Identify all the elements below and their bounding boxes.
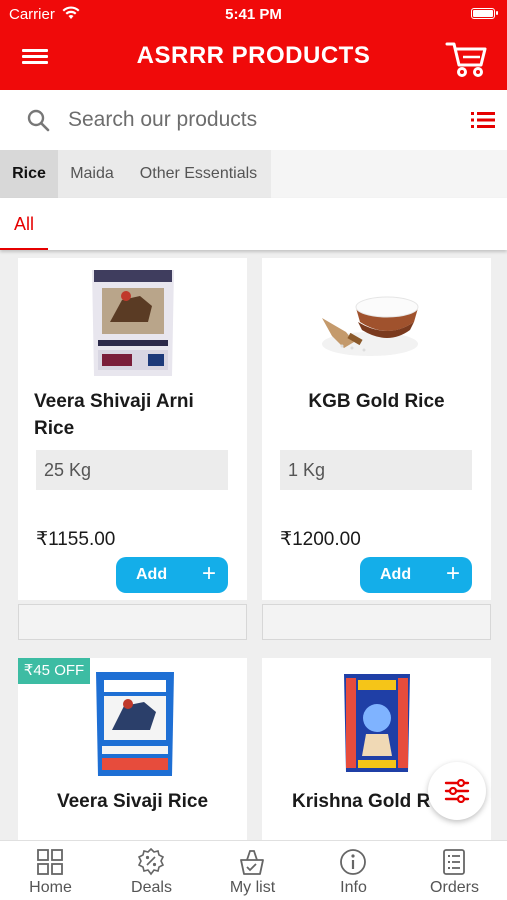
bottom-navigation: Home Deals My list Info Orders <box>0 840 507 900</box>
app-header: Carrier 5:41 PM ASRRR PRODUCTS <box>0 0 507 90</box>
card-footer <box>262 604 491 640</box>
nav-my-list[interactable]: My list <box>202 841 303 900</box>
filter-sliders-icon <box>444 779 470 803</box>
tab-rice[interactable]: Rice <box>0 150 58 198</box>
basket-icon <box>240 850 264 875</box>
search-input[interactable] <box>68 104 438 136</box>
variant-selector[interactable]: 1 Kg <box>280 450 472 490</box>
grid-icon <box>37 849 63 875</box>
nav-orders[interactable]: Orders <box>404 841 505 900</box>
orders-icon <box>443 849 465 875</box>
product-name: Veera Shivaji Arni Rice <box>34 391 194 439</box>
product-price: ₹1200.00 <box>280 529 361 550</box>
product-card[interactable]: Veera Shivaji Arni Rice 25 Kg ₹1155.00 A… <box>18 258 247 600</box>
add-to-cart-button[interactable]: Add + <box>116 557 228 593</box>
deals-badge-icon <box>137 848 165 876</box>
product-price: ₹1155.00 <box>36 529 116 550</box>
page-title: ASRRR PRODUCTS <box>136 42 371 69</box>
plus-icon: + <box>201 560 216 587</box>
product-card[interactable]: KGB Gold Rice 1 Kg ₹1200.00 Add + <box>262 258 491 600</box>
subcategory-tabs: All <box>0 198 507 250</box>
nav-label: Home <box>29 879 72 896</box>
add-label: Add <box>136 566 168 583</box>
variant-selector[interactable]: 25 Kg <box>36 450 228 490</box>
tab-all[interactable]: All <box>0 198 48 250</box>
cart-icon[interactable] <box>445 38 489 78</box>
tab-other-essentials[interactable]: Other Essentials <box>126 150 271 198</box>
product-image <box>344 674 410 772</box>
search-icon <box>27 109 50 132</box>
battery-icon <box>471 8 498 19</box>
nav-home[interactable]: Home <box>0 841 101 900</box>
card-footer <box>18 604 247 640</box>
nav-label: Deals <box>131 879 172 896</box>
nav-deals[interactable]: Deals <box>101 841 202 900</box>
tab-maida[interactable]: Maida <box>58 150 126 198</box>
product-card[interactable]: Veera Sivaji Rice <box>18 658 247 840</box>
product-image <box>322 296 419 356</box>
add-to-cart-button[interactable]: Add + <box>360 557 472 593</box>
add-label: Add <box>380 566 412 583</box>
category-tabs: Rice Maida Other Essentials <box>0 150 507 198</box>
status-bar: Carrier 5:41 PM <box>0 0 507 28</box>
info-icon <box>340 849 366 875</box>
nav-label: Orders <box>430 879 479 896</box>
clock: 5:41 PM <box>225 6 282 23</box>
nav-label: Info <box>340 879 367 896</box>
product-name: Veera Sivaji Rice <box>56 791 209 812</box>
discount-badge: ₹45 OFF <box>18 658 90 684</box>
plus-icon: + <box>445 560 460 587</box>
product-image <box>96 672 174 776</box>
product-name: KGB Gold Rice <box>308 391 445 412</box>
nav-info[interactable]: Info <box>303 841 404 900</box>
search-bar <box>0 90 507 150</box>
list-view-icon[interactable] <box>471 110 495 130</box>
filter-button[interactable] <box>428 762 486 820</box>
nav-label: My list <box>229 879 276 896</box>
product-image <box>92 270 174 376</box>
